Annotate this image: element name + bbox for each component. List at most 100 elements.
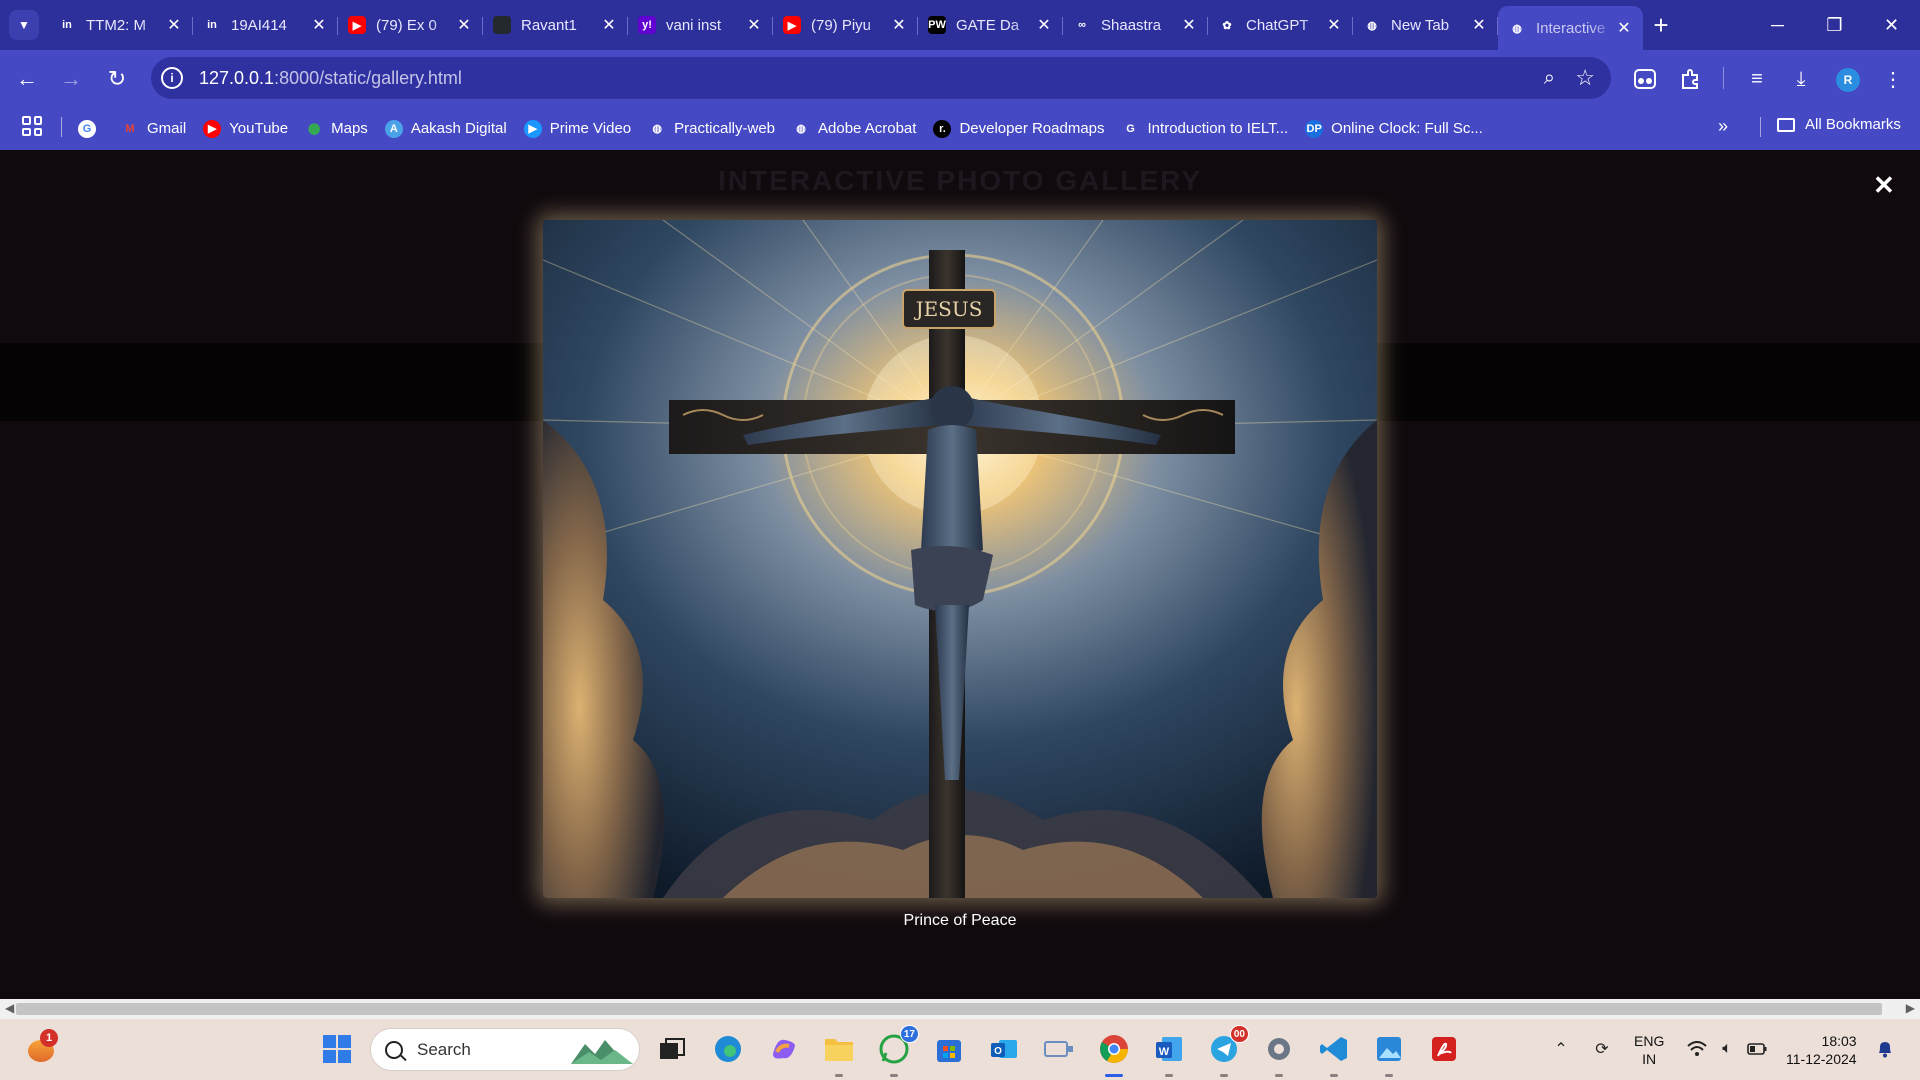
new-tab-button[interactable]: + bbox=[1643, 6, 1679, 44]
bookmark-item[interactable]: G bbox=[78, 119, 104, 138]
aakash-icon: A bbox=[384, 119, 403, 138]
battery-icon[interactable] bbox=[1746, 1039, 1768, 1059]
outlook-icon: O bbox=[991, 1040, 1017, 1058]
running-indicator bbox=[835, 1074, 843, 1077]
bookmark-item[interactable]: ▶ YouTube bbox=[203, 119, 288, 138]
bookmark-item[interactable]: ⬤ Maps bbox=[305, 120, 368, 138]
taskbar-edge[interactable] bbox=[711, 1032, 745, 1066]
bookmark-item[interactable]: ▶ Prime Video bbox=[523, 119, 631, 138]
profile-avatar[interactable]: R bbox=[1836, 68, 1860, 92]
close-tab-icon[interactable]: ✕ bbox=[1325, 16, 1343, 34]
sync-icon[interactable]: ⟳ bbox=[1591, 1039, 1613, 1059]
acrobat-icon bbox=[1432, 1037, 1456, 1061]
bookmark-item[interactable]: M Gmail bbox=[121, 120, 186, 138]
tab[interactable]: in 19AI414 ✕ bbox=[193, 6, 338, 44]
lightbox-close-button[interactable]: ✕ bbox=[1873, 170, 1895, 201]
scroll-right-icon[interactable]: ▶ bbox=[1906, 1001, 1915, 1015]
more-bookmarks-icon[interactable]: » bbox=[1718, 116, 1728, 137]
bookmark-item[interactable]: DP Online Clock: Full Sc... bbox=[1305, 119, 1483, 138]
menu-icon[interactable]: ⋮ bbox=[1880, 66, 1906, 92]
taskbar-file-explorer[interactable] bbox=[822, 1032, 856, 1077]
forward-button[interactable]: → bbox=[56, 64, 86, 94]
bookmark-item[interactable]: r. Developer Roadmaps bbox=[933, 119, 1105, 138]
taskbar-outlook[interactable]: O bbox=[987, 1032, 1021, 1066]
bookmark-item[interactable]: ◍ Adobe Acrobat bbox=[792, 120, 916, 138]
close-tab-icon[interactable]: ✕ bbox=[1035, 16, 1053, 34]
tab-search-button[interactable]: ▼ bbox=[9, 10, 39, 40]
taskbar-copilot[interactable] bbox=[767, 1032, 801, 1066]
taskbar-store[interactable] bbox=[932, 1032, 966, 1066]
bookmark-item[interactable]: G Introduction to IELT... bbox=[1122, 120, 1288, 138]
tab[interactable]: ◍ New Tab ✕ bbox=[1353, 6, 1498, 44]
tab[interactable]: in TTM2: M ✕ bbox=[48, 6, 193, 44]
close-tab-icon[interactable]: ✕ bbox=[745, 16, 763, 34]
roadmap-icon: r. bbox=[933, 119, 952, 138]
task-view-button[interactable] bbox=[655, 1032, 689, 1066]
globe-icon: ◍ bbox=[1363, 16, 1381, 34]
extensions-icon[interactable] bbox=[1678, 66, 1704, 92]
taskbar-photos[interactable] bbox=[1372, 1032, 1406, 1077]
bookmark-star-icon[interactable]: ☆ bbox=[1575, 65, 1595, 91]
edge-icon bbox=[715, 1036, 741, 1062]
wifi-icon[interactable] bbox=[1686, 1039, 1708, 1059]
taskbar-app-pc[interactable] bbox=[1042, 1032, 1076, 1066]
clock-date: 11-12-2024 bbox=[1786, 1051, 1857, 1067]
tab[interactable]: ✿ ChatGPT ✕ bbox=[1208, 6, 1353, 44]
reload-button[interactable]: ↻ bbox=[102, 64, 132, 94]
taskbar-word[interactable]: W bbox=[1152, 1032, 1186, 1077]
bookmark-item[interactable]: ◍ Practically-web bbox=[648, 120, 775, 138]
zoom-icon[interactable]: ⌕ bbox=[1544, 67, 1555, 90]
minimize-button[interactable]: ─ bbox=[1749, 0, 1806, 50]
url-text[interactable]: 127.0.0.1:8000/static/gallery.html bbox=[199, 68, 462, 89]
taskbar-telegram[interactable]: 00 bbox=[1207, 1025, 1249, 1077]
taskbar-chrome[interactable] bbox=[1097, 1032, 1131, 1077]
system-clock[interactable]: 18:03 11-12-2024 bbox=[1786, 1032, 1857, 1068]
tab[interactable]: ▶ (79) Piyu ✕ bbox=[773, 6, 918, 44]
downloads-icon[interactable]: ⤓ bbox=[1788, 66, 1814, 92]
taskbar-whatsapp[interactable]: 17 bbox=[877, 1025, 919, 1077]
horizontal-scrollbar[interactable]: ◀ ▶ bbox=[0, 999, 1920, 1019]
address-bar[interactable]: i 127.0.0.1:8000/static/gallery.html ⌕ ☆ bbox=[151, 57, 1611, 99]
close-tab-icon[interactable]: ✕ bbox=[1180, 16, 1198, 34]
scrollbar-thumb[interactable] bbox=[16, 1003, 1882, 1015]
all-bookmarks-button[interactable]: All Bookmarks bbox=[1777, 116, 1901, 133]
site-info-icon[interactable]: i bbox=[161, 67, 183, 89]
media-controls-icon[interactable]: ≡ bbox=[1744, 66, 1770, 92]
notification-bell-icon[interactable] bbox=[1874, 1039, 1896, 1059]
maps-icon: ⬤ bbox=[307, 123, 321, 135]
tab[interactable]: Ravant1 ✕ bbox=[483, 6, 628, 44]
taskbar-vscode[interactable] bbox=[1317, 1032, 1351, 1077]
restore-button[interactable]: ❐ bbox=[1806, 0, 1863, 50]
chevron-up-icon[interactable]: ⌃ bbox=[1550, 1039, 1572, 1059]
close-tab-icon[interactable]: ✕ bbox=[1470, 16, 1488, 34]
back-button[interactable]: ← bbox=[12, 64, 42, 94]
scroll-left-icon[interactable]: ◀ bbox=[5, 1001, 14, 1015]
language-indicator[interactable]: ENG IN bbox=[1634, 1032, 1664, 1068]
tab[interactable]: ∞ Shaastra ✕ bbox=[1063, 6, 1208, 44]
running-indicator bbox=[1330, 1074, 1338, 1077]
volume-icon[interactable]: 🔈︎ bbox=[1716, 1039, 1738, 1059]
weather-widget[interactable]: 1 bbox=[24, 1029, 60, 1068]
taskbar-search[interactable]: Search bbox=[370, 1028, 640, 1071]
close-tab-icon[interactable]: ✕ bbox=[600, 16, 618, 34]
close-tab-icon[interactable]: ✕ bbox=[890, 16, 908, 34]
tab-active[interactable]: ◍ Interactive ✕ bbox=[1498, 6, 1643, 50]
close-tab-icon[interactable]: ✕ bbox=[1615, 19, 1633, 37]
start-button[interactable] bbox=[320, 1032, 354, 1066]
gear-icon bbox=[1268, 1038, 1290, 1060]
taskbar-acrobat[interactable] bbox=[1427, 1032, 1461, 1066]
chatgpt-icon: ✿ bbox=[1218, 16, 1236, 34]
bookmark-item[interactable]: A Aakash Digital bbox=[384, 119, 507, 138]
incognito-extension-icon[interactable] bbox=[1632, 66, 1658, 92]
tab[interactable]: ▶ (79) Ex 0 ✕ bbox=[338, 6, 483, 44]
close-window-button[interactable]: ✕ bbox=[1863, 0, 1920, 50]
clock-time: 18:03 bbox=[1821, 1033, 1857, 1049]
github-icon bbox=[493, 16, 511, 34]
taskbar-settings[interactable] bbox=[1262, 1032, 1296, 1077]
apps-grid-icon[interactable] bbox=[22, 116, 42, 136]
tab[interactable]: y! vani inst ✕ bbox=[628, 6, 773, 44]
close-tab-icon[interactable]: ✕ bbox=[455, 16, 473, 34]
close-tab-icon[interactable]: ✕ bbox=[165, 16, 183, 34]
tab[interactable]: PW GATE Da ✕ bbox=[918, 6, 1063, 44]
close-tab-icon[interactable]: ✕ bbox=[310, 16, 328, 34]
